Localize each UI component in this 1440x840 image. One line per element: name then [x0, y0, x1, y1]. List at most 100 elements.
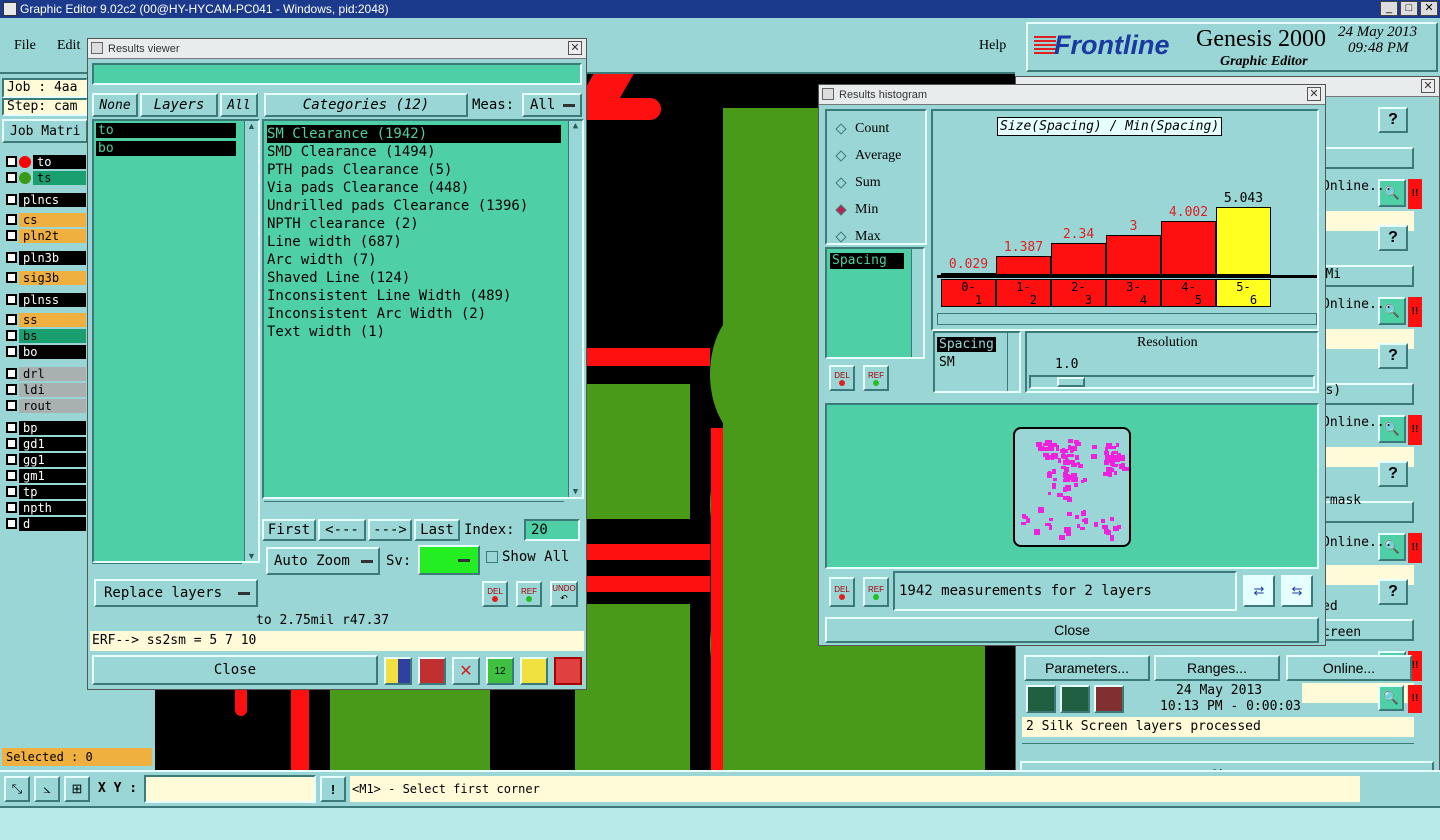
online-button[interactable]: Online... [1286, 655, 1412, 681]
stop-icon[interactable] [1094, 685, 1124, 713]
radio-sum[interactable]: Sum [833, 169, 925, 196]
del-button[interactable]: DEL [482, 581, 508, 607]
layer-list-item[interactable]: bo [96, 141, 236, 156]
spacing-list-scrollbar[interactable] [911, 249, 923, 357]
layer-checkbox[interactable] [6, 156, 17, 167]
help-icon[interactable]: ? [1378, 107, 1408, 133]
layer-name[interactable]: drl [19, 366, 86, 381]
chart-hscroll[interactable] [937, 313, 1317, 325]
layer-name[interactable]: gd1 [19, 436, 86, 451]
zoom-fit-icon[interactable]: ⤡ [4, 776, 30, 802]
layer-name[interactable]: sig3b [19, 270, 86, 285]
histogram-bar[interactable] [1161, 221, 1216, 275]
menu-file[interactable]: File [14, 38, 36, 54]
help-icon[interactable]: ? [1378, 461, 1408, 487]
layer-checkbox[interactable] [6, 502, 17, 513]
layer-checkbox[interactable] [6, 438, 17, 449]
last-button[interactable]: Last [414, 519, 460, 541]
layer-checkbox[interactable] [6, 422, 17, 433]
layer-row[interactable]: plncs [6, 192, 86, 207]
layer-row[interactable]: bo [6, 344, 86, 359]
layer-checkbox[interactable] [6, 294, 17, 305]
histogram-bar[interactable] [1106, 234, 1161, 275]
layer-name[interactable]: ss [19, 312, 86, 327]
categories-list[interactable]: ▲ ▼ SM Clearance (1942) SMD Clearance (149… [262, 119, 584, 499]
layer-name[interactable]: pln2t [19, 228, 86, 243]
ranges-button[interactable]: Ranges... [1154, 655, 1280, 681]
none-button[interactable]: None [92, 93, 138, 117]
layer-color-icon[interactable] [384, 657, 412, 685]
bin-label-cell[interactable]: 4- 5 [1161, 279, 1216, 307]
categories-scrollbar[interactable]: ▲ ▼ [568, 121, 582, 497]
minimize-button[interactable]: _ [1380, 1, 1398, 16]
layer-list-scrollbar[interactable]: ▲ ▼ [244, 121, 258, 561]
spacing-sm-scrollbar[interactable] [1007, 333, 1019, 391]
layer-row[interactable]: gm1 [6, 468, 86, 483]
histogram-bar[interactable] [1051, 243, 1106, 275]
layer-name[interactable]: npth [19, 500, 86, 515]
help-icon[interactable]: ? [1378, 225, 1408, 251]
hist-ref2-button[interactable]: REF [863, 577, 889, 607]
alert-button[interactable]: ! [320, 776, 346, 802]
layer-name[interactable]: rout [19, 398, 86, 413]
layer-row[interactable]: to [6, 154, 86, 169]
layer-row[interactable]: plnss [6, 292, 86, 307]
command-line[interactable] [0, 806, 1440, 840]
layer-row[interactable]: rout [6, 398, 86, 413]
layer-checkbox[interactable] [6, 454, 17, 465]
first-button[interactable]: First [262, 519, 316, 541]
layer-row[interactable]: pln3b [6, 250, 86, 265]
layer-name[interactable]: to [33, 154, 86, 169]
measurement-map[interactable] [825, 403, 1319, 569]
spacing-sm-item[interactable]: SM [939, 355, 955, 370]
bin-label-cell[interactable]: 2- 3 [1051, 279, 1106, 307]
grid-icon[interactable]: ⊞ [64, 776, 90, 802]
show-all-checkbox[interactable] [486, 551, 498, 563]
layer-name[interactable]: d [19, 516, 86, 531]
layer-row[interactable]: drl [6, 366, 86, 381]
layer-checkbox[interactable] [6, 172, 17, 183]
histogram-bar[interactable] [1216, 207, 1271, 275]
results-viewer-close-button[interactable]: Close [92, 655, 378, 685]
layer-row[interactable]: bs [6, 328, 86, 343]
export-icon[interactable]: ⇄ [1243, 575, 1275, 607]
analysis-hscroll[interactable] [1022, 743, 1414, 755]
import-icon[interactable]: ⇆ [1281, 575, 1313, 607]
layer-row[interactable]: ss [6, 312, 86, 327]
bin-label-cell[interactable]: 1- 2 [996, 279, 1051, 307]
category-item[interactable]: Via pads Clearance (448) [267, 179, 579, 197]
layer-row[interactable]: ldi [6, 382, 86, 397]
erf-icon[interactable]: ✕ [452, 657, 480, 685]
layer-name[interactable]: ldi [19, 382, 86, 397]
counter-icon[interactable]: 12 [486, 657, 514, 685]
layer-checkbox[interactable] [6, 272, 17, 283]
radio-min[interactable]: Min [833, 196, 925, 223]
report-icon[interactable] [418, 657, 446, 685]
menu-edit[interactable]: Edit [57, 38, 80, 54]
replace-layers-dropdown[interactable]: Replace layers [94, 579, 258, 607]
results-viewer-close-icon[interactable]: ✕ [568, 41, 582, 55]
bin-label-cell[interactable]: 0- 1 [941, 279, 996, 307]
layer-checkbox[interactable] [6, 330, 17, 341]
zoom-icon[interactable]: 🔍 [1378, 685, 1404, 711]
layer-name[interactable]: tp [19, 484, 86, 499]
layer-checkbox[interactable] [6, 230, 17, 241]
category-item[interactable]: Arc width (7) [267, 251, 579, 269]
layer-name[interactable]: bs [19, 328, 86, 343]
category-item[interactable]: SM Clearance (1942) [267, 125, 561, 143]
hist-del2-button[interactable]: DEL [829, 577, 855, 607]
auto-zoom-dropdown[interactable]: Auto Zoom [266, 547, 380, 575]
analysis-close-icon[interactable]: ✕ [1421, 79, 1435, 93]
index-input[interactable]: 20 [524, 519, 580, 541]
layer-name[interactable]: plnss [19, 292, 86, 307]
category-item[interactable]: Inconsistent Line Width (489) [267, 287, 579, 305]
histogram-close-button[interactable]: Close [825, 617, 1319, 643]
category-item[interactable]: Text width (1) [267, 323, 579, 341]
layer-row[interactable]: gd1 [6, 436, 86, 451]
ref-button[interactable]: REF [516, 581, 542, 607]
layer-checkbox[interactable] [6, 368, 17, 379]
spacing-list-item[interactable]: Spacing [830, 253, 904, 269]
histogram-close-icon[interactable]: ✕ [1307, 87, 1321, 101]
next-button[interactable]: ---> [368, 519, 412, 541]
layer-row[interactable]: ts [6, 170, 86, 185]
